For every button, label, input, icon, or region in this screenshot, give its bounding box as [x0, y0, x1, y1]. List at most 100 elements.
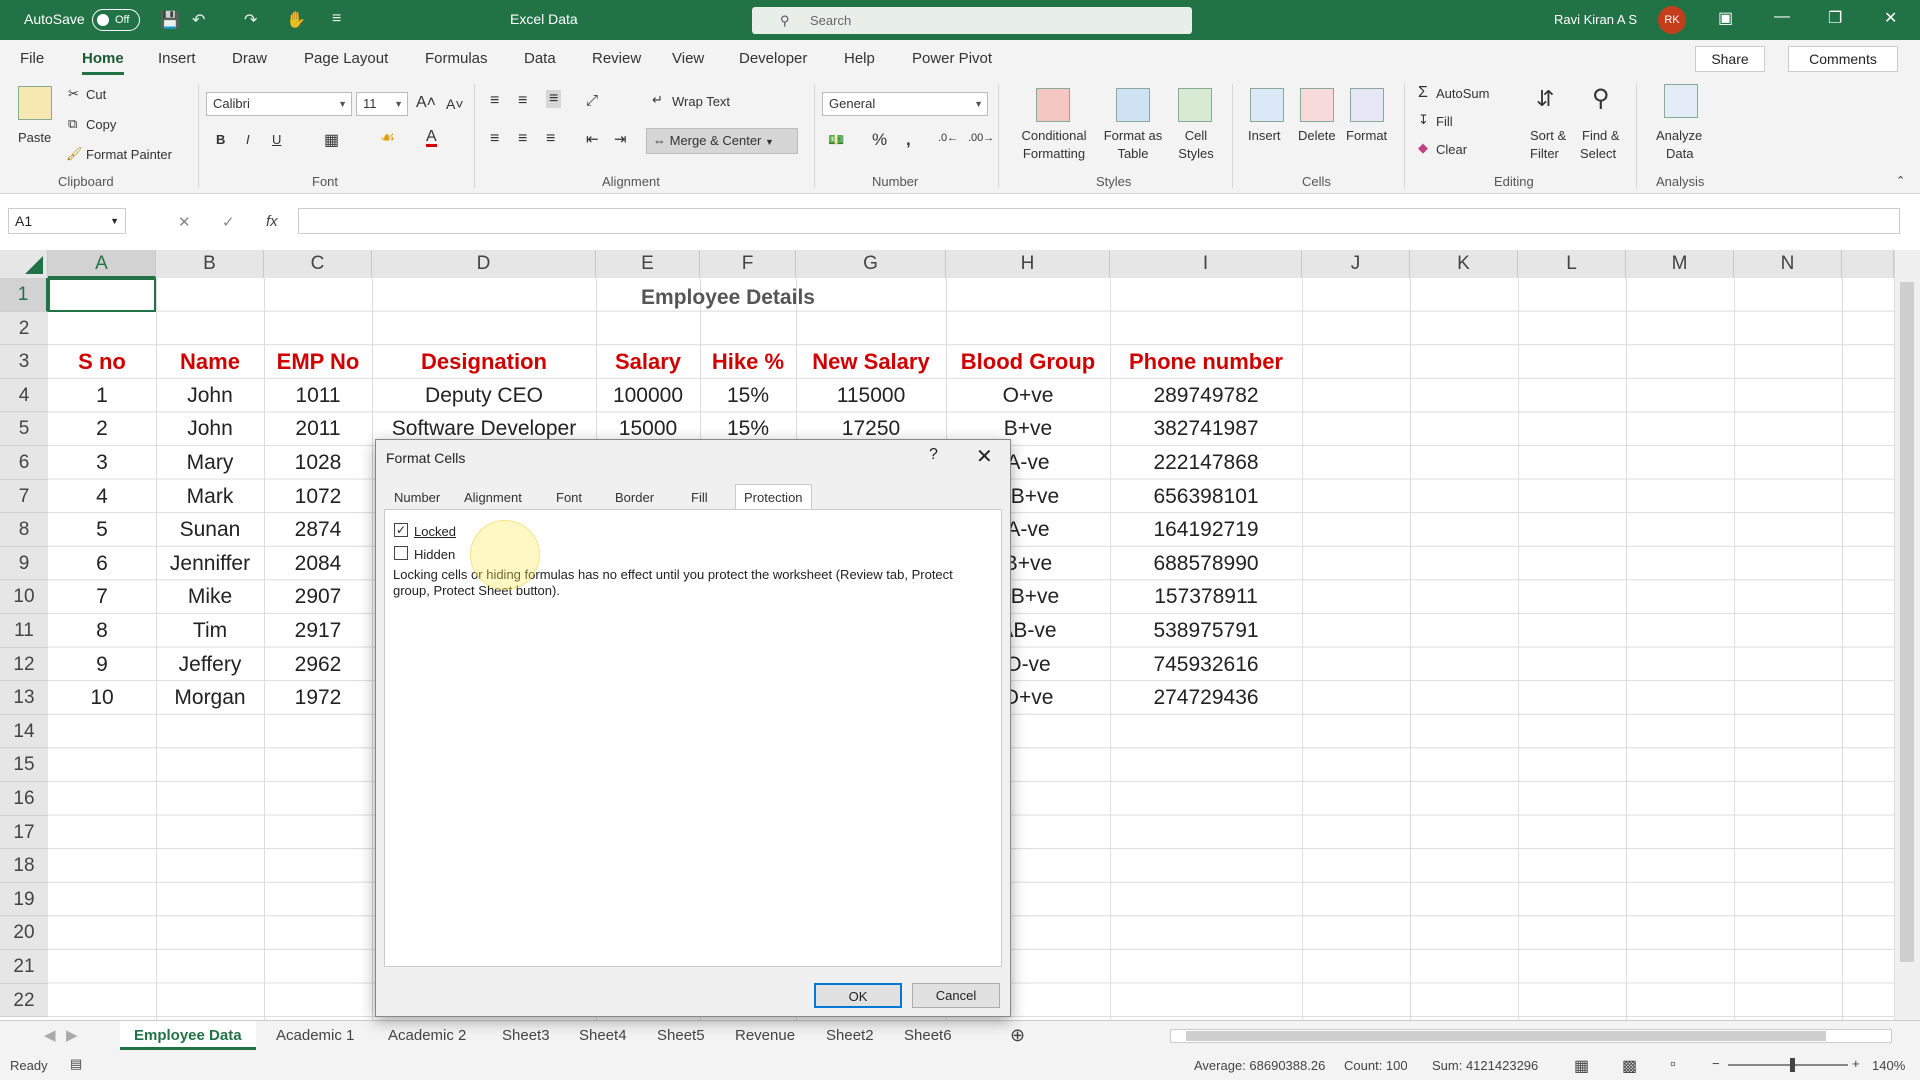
delete-cells-icon[interactable] [1300, 88, 1334, 122]
column-header[interactable]: M [1626, 250, 1734, 278]
table-cell[interactable]: 538975791 [1110, 614, 1302, 648]
table-cell[interactable]: Mark [156, 480, 264, 514]
row-header[interactable]: 15 [0, 748, 48, 782]
undo-icon[interactable]: ↶ [192, 10, 205, 30]
row-header[interactable]: 21 [0, 950, 48, 984]
fill-button[interactable]: Fill [1436, 114, 1453, 129]
menu-data[interactable]: Data [524, 50, 556, 67]
column-header[interactable]: H [946, 250, 1110, 278]
analyze-data-line2[interactable]: Data [1666, 146, 1693, 161]
table-cell[interactable]: Tim [156, 614, 264, 648]
format-painter-button[interactable]: Format Painter [86, 147, 172, 162]
cell-styles-line2[interactable]: Styles [1170, 146, 1222, 161]
table-cell[interactable]: 2011 [264, 412, 372, 446]
table-cell[interactable]: 382741987 [1110, 412, 1302, 446]
cancel-button[interactable]: Cancel [912, 983, 1000, 1008]
number-format-select[interactable]: General ▼ [822, 92, 988, 116]
increase-indent-icon[interactable]: ⇥ [614, 130, 627, 148]
merge-center-button[interactable]: ⇔ Merge & Center ▼ [646, 128, 798, 154]
format-cells-icon[interactable] [1350, 88, 1384, 122]
bold-icon[interactable]: B [216, 132, 225, 147]
align-top-icon[interactable]: ≡ [490, 92, 499, 110]
close-icon[interactable]: ✕ [1884, 8, 1897, 28]
scroll-tabs-right-icon[interactable]: ▶ [52, 1021, 92, 1050]
name-box[interactable]: A1 ▼ [8, 208, 126, 234]
autosum-button[interactable]: AutoSum [1436, 86, 1489, 101]
table-cell[interactable]: 115000 [796, 379, 946, 413]
percent-style-icon[interactable]: % [872, 130, 887, 150]
table-cell[interactable]: 3 [48, 446, 156, 480]
horizontal-scroll-thumb[interactable] [1186, 1031, 1826, 1041]
table-cell[interactable]: 2962 [264, 648, 372, 682]
cell-styles-line1[interactable]: Cell [1180, 128, 1212, 143]
hidden-checkbox[interactable] [394, 546, 408, 560]
menu-view[interactable]: View [672, 50, 704, 67]
table-cell[interactable]: 164192719 [1110, 513, 1302, 547]
conditional-formatting-line1[interactable]: Conditional [1012, 128, 1096, 143]
header-cell[interactable]: Designation [372, 345, 596, 379]
zoom-in-icon[interactable]: + [1852, 1056, 1860, 1071]
column-header[interactable]: N [1734, 250, 1842, 278]
table-cell[interactable]: 274729436 [1110, 681, 1302, 715]
accounting-format-icon[interactable]: 💵 [828, 132, 844, 148]
orientation-icon[interactable]: ⤢ [586, 92, 598, 109]
normal-view-icon[interactable]: ▦ [1574, 1056, 1589, 1076]
table-cell[interactable]: 5 [48, 513, 156, 547]
table-cell[interactable]: 1028 [264, 446, 372, 480]
table-cell[interactable]: Mike [156, 580, 264, 614]
locked-checkbox[interactable]: ✓ [394, 523, 408, 537]
column-header[interactable]: J [1302, 250, 1410, 278]
enter-formula-icon[interactable]: ✓ [222, 213, 235, 231]
row-header[interactable]: 16 [0, 782, 48, 816]
paste-icon[interactable] [18, 86, 52, 120]
table-cell[interactable]: 100000 [596, 379, 700, 413]
hidden-label[interactable]: Hidden [414, 547, 455, 562]
sort-filter-line1[interactable]: Sort & [1530, 128, 1566, 143]
header-cell[interactable]: Phone number [1110, 345, 1302, 379]
conditional-formatting-icon[interactable] [1036, 88, 1070, 122]
increase-font-icon[interactable]: A˄ [416, 94, 436, 112]
menu-home[interactable]: Home [82, 50, 124, 75]
column-header-partial[interactable] [1842, 250, 1894, 278]
table-cell[interactable]: 1072 [264, 480, 372, 514]
document-title[interactable]: Excel Data [510, 11, 578, 27]
sheet-tab-academic-2[interactable]: Academic 2 [374, 1021, 480, 1050]
cancel-formula-icon[interactable]: ✕ [178, 213, 191, 231]
sheet-tab-sheet3[interactable]: Sheet3 [488, 1021, 564, 1050]
row-header[interactable]: 1 [0, 278, 48, 312]
eraser-icon[interactable]: ◆ [1418, 140, 1428, 156]
sheet-tab-academic-1[interactable]: Academic 1 [262, 1021, 368, 1050]
table-cell[interactable]: O+ve [946, 379, 1110, 413]
tab-border[interactable]: Border [615, 490, 654, 505]
row-header[interactable]: 5 [0, 412, 48, 446]
column-header[interactable]: B [156, 250, 264, 278]
row-header[interactable]: 22 [0, 983, 48, 1018]
save-icon[interactable]: 💾 [160, 10, 180, 30]
table-cell[interactable]: 1 [48, 379, 156, 413]
decrease-decimal-icon[interactable]: .00→ [968, 132, 994, 144]
header-cell[interactable]: New Salary [796, 345, 946, 379]
close-icon[interactable]: ✕ [976, 444, 993, 469]
menu-draw[interactable]: Draw [232, 50, 267, 67]
insert-function-icon[interactable]: fx [266, 213, 278, 230]
align-bottom-icon[interactable]: ≡ [546, 90, 562, 108]
analyze-data-line1[interactable]: Analyze [1656, 128, 1702, 143]
sheet-tab-sheet6[interactable]: Sheet6 [890, 1021, 966, 1050]
row-header[interactable]: 12 [0, 647, 48, 682]
row-header[interactable]: 2 [0, 311, 48, 346]
font-color-icon[interactable]: A [426, 129, 437, 147]
row-header[interactable]: 7 [0, 479, 48, 514]
sheet-tab-revenue[interactable]: Revenue [721, 1021, 809, 1050]
font-size-select[interactable]: 11 ▼ [356, 92, 408, 116]
sort-filter-icon[interactable]: ⇵ [1536, 86, 1554, 112]
vertical-scroll-thumb[interactable] [1900, 282, 1914, 962]
sheet-title-cell[interactable]: Employee Details [600, 286, 856, 310]
cell-styles-icon[interactable] [1178, 88, 1212, 122]
user-name[interactable]: Ravi Kiran A S [1554, 12, 1637, 27]
find-select-line2[interactable]: Select [1580, 146, 1616, 161]
table-cell[interactable]: 2084 [264, 547, 372, 581]
page-break-view-icon[interactable]: ▫ [1670, 1056, 1676, 1074]
sheet-tab-sheet2[interactable]: Sheet2 [812, 1021, 888, 1050]
delete-cells-button[interactable]: Delete [1298, 128, 1336, 143]
collapse-ribbon-icon[interactable]: ⌃ [1896, 174, 1905, 187]
